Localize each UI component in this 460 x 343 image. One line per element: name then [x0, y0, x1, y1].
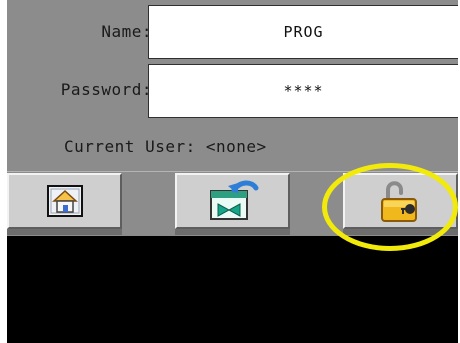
unlock-padlock-icon — [376, 178, 426, 224]
password-label: Password: — [60, 80, 152, 99]
hmi-screen: Name: PROG Password: **** Current User: … — [7, 0, 458, 343]
toolbar-divider — [7, 171, 458, 172]
password-field[interactable]: **** — [148, 64, 458, 118]
home-button-shadow — [7, 229, 122, 235]
unlock-button[interactable] — [343, 173, 458, 229]
name-field[interactable]: PROG — [148, 5, 458, 59]
home-icon — [46, 185, 83, 217]
current-user-status: Current User: <none> — [64, 137, 267, 156]
login-panel: Name: PROG Password: **** Current User: … — [7, 0, 458, 236]
screen-return-button[interactable] — [175, 173, 290, 229]
screen-return-button-shadow — [175, 229, 290, 235]
screen-return-icon — [200, 179, 266, 223]
home-button[interactable] — [7, 173, 122, 229]
unlock-button-shadow — [343, 229, 458, 235]
name-label: Name: — [101, 22, 152, 41]
